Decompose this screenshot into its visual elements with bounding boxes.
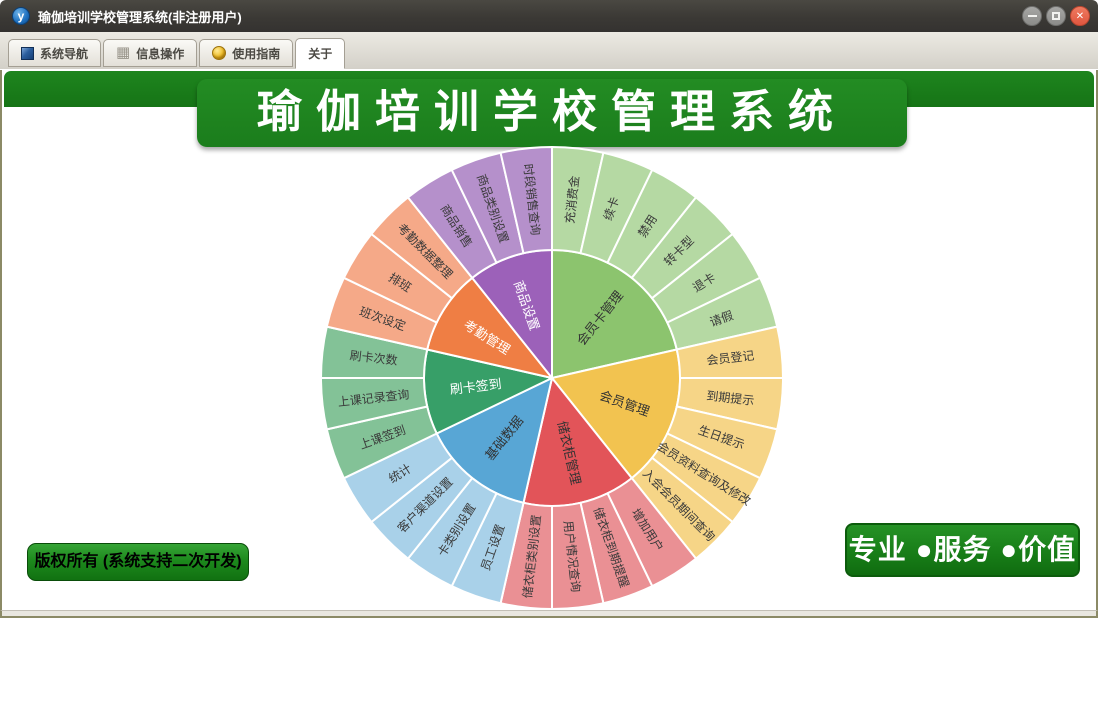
status-bar (0, 610, 1098, 618)
tab-label: 系统导航 (40, 46, 89, 61)
window-controls (1022, 6, 1090, 26)
toolbar: 系统导航 信息操作 使用指南 关于 (0, 32, 1098, 70)
close-icon[interactable] (1070, 6, 1090, 26)
tab-info-operations[interactable]: 信息操作 (103, 39, 198, 67)
tab-label: 使用指南 (232, 46, 281, 61)
grid-icon (116, 46, 130, 60)
app-logo-icon: y (12, 7, 30, 25)
tab-label: 关于 (308, 47, 333, 61)
maximize-glyph (1052, 12, 1060, 20)
minimize-icon[interactable] (1022, 6, 1042, 26)
tab-system-navigation[interactable]: 系统导航 (8, 39, 102, 67)
coin-icon (212, 46, 227, 60)
window-titlebar: y 瑜伽培训学校管理系统(非注册用户) (0, 0, 1098, 32)
tab-user-guide[interactable]: 使用指南 (199, 39, 294, 67)
app-logo-letter: y (17, 9, 25, 23)
copyright-button[interactable]: 版权所有 (系统支持二次开发) (27, 543, 249, 581)
app-window: y 瑜伽培训学校管理系统(非注册用户) 系统导航 信息操作 使用指南 关于 瑜伽… (0, 0, 1098, 618)
maximize-icon[interactable] (1046, 6, 1066, 26)
window-title: 瑜伽培训学校管理系统(非注册用户) (38, 9, 242, 25)
slogan-button[interactable]: 专业 ●服务 ●价值 (845, 523, 1080, 577)
window-icon (21, 46, 34, 60)
tab-label: 信息操作 (136, 46, 185, 61)
main-content: 瑜伽培训学校管理系统 充消费金 续卡 禁用 转卡型 退卡 请假 会员卡管理 会员登记 到期提示生… (0, 70, 1098, 610)
tab-about[interactable]: 关于 (295, 38, 346, 69)
